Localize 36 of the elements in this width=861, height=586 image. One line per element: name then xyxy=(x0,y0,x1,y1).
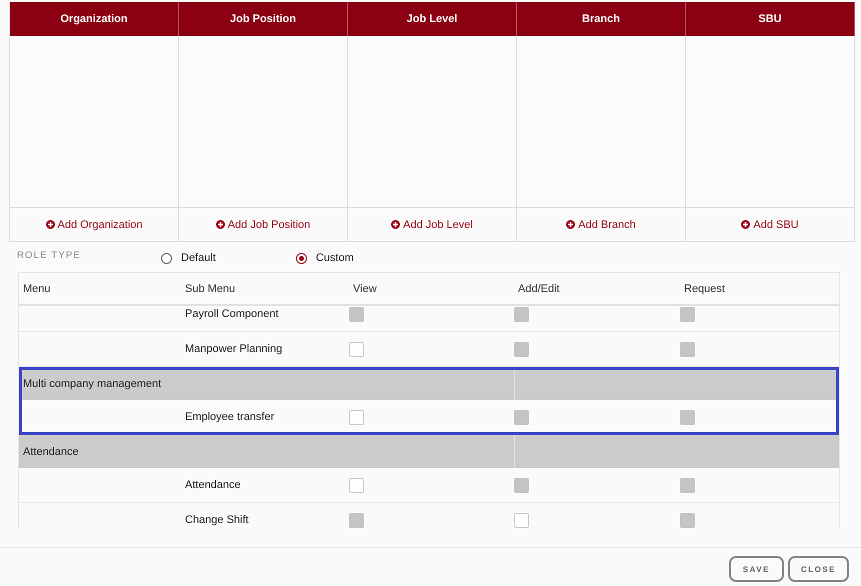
dialog-button[interactable]: SAVE xyxy=(728,556,784,582)
sub-menu-name: Change Shift xyxy=(184,514,250,526)
add-icon xyxy=(566,220,576,229)
radio-label: Custom xyxy=(316,252,354,264)
column-header: Add/Edit xyxy=(517,282,561,294)
column-header: Job Level xyxy=(348,2,517,36)
checkbox[interactable] xyxy=(514,512,529,528)
role-type-label: ROLE TYPE xyxy=(17,250,82,260)
add-icon xyxy=(216,220,225,229)
sub-menu-name: Employee transfer xyxy=(184,411,276,423)
dialog-button[interactable]: CLOSE xyxy=(788,556,849,582)
column-header: Branch xyxy=(517,2,686,36)
column-header: View xyxy=(352,282,378,294)
add-icon xyxy=(741,220,750,229)
checkbox[interactable] xyxy=(349,478,364,492)
radio-button[interactable] xyxy=(296,252,307,264)
radio-button[interactable] xyxy=(161,252,172,264)
sub-menu-name: Manpower Planning xyxy=(184,343,284,355)
sub-menu-name: Payroll Component xyxy=(184,308,280,320)
column-header: Job Position xyxy=(179,2,348,36)
add-link[interactable]: Add Organization xyxy=(46,218,142,230)
checkbox[interactable] xyxy=(349,410,364,424)
checkbox[interactable] xyxy=(349,342,364,356)
radio-label: Default xyxy=(181,252,216,264)
column-header: Sub Menu xyxy=(184,282,236,294)
add-link[interactable]: Add Branch xyxy=(566,218,636,230)
add-link[interactable]: Add Job Level xyxy=(391,218,473,230)
add-icon xyxy=(391,220,400,229)
column-header: Menu xyxy=(22,282,52,294)
add-link[interactable]: Add Job Position xyxy=(216,218,310,230)
sub-menu-name: Attendance xyxy=(184,479,242,491)
column-header: Request xyxy=(683,282,726,294)
add-icon xyxy=(46,220,54,229)
column-header: SBU xyxy=(686,2,855,36)
add-link[interactable]: Add SBU xyxy=(741,218,799,230)
column-header: Organization xyxy=(10,2,179,36)
